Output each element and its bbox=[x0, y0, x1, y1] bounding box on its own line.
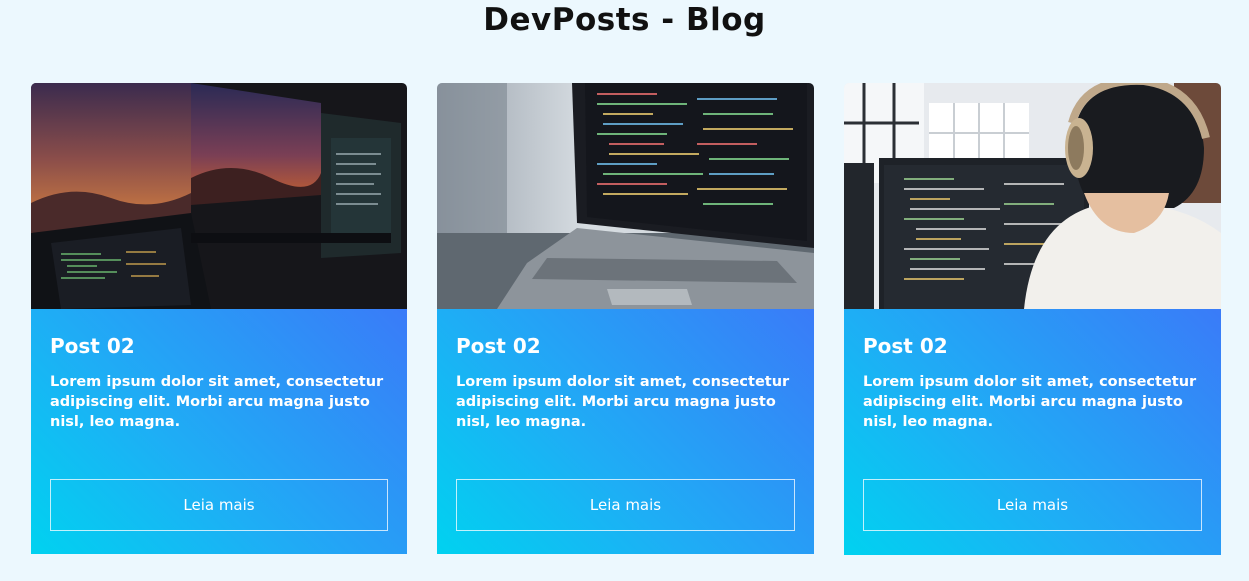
post-image-developer-headphones bbox=[844, 83, 1221, 309]
post-card: Post 02 Lorem ipsum dolor sit amet, cons… bbox=[437, 83, 814, 554]
page-title: DevPosts - Blog bbox=[483, 2, 766, 38]
post-title: Post 02 bbox=[50, 334, 135, 358]
post-card: Post 02 Lorem ipsum dolor sit amet, cons… bbox=[844, 83, 1221, 555]
post-card: Post 02 Lorem ipsum dolor sit amet, cons… bbox=[31, 83, 407, 554]
post-body: Post 02 Lorem ipsum dolor sit amet, cons… bbox=[844, 309, 1221, 555]
post-excerpt: Lorem ipsum dolor sit amet, consectetur … bbox=[456, 374, 790, 430]
post-excerpt: Lorem ipsum dolor sit amet, consectetur … bbox=[50, 374, 384, 430]
post-body: Post 02 Lorem ipsum dolor sit amet, cons… bbox=[437, 309, 814, 554]
read-more-button[interactable]: Leia mais bbox=[50, 479, 388, 531]
post-image-laptop-code bbox=[437, 83, 814, 309]
read-more-button[interactable]: Leia mais bbox=[863, 479, 1202, 531]
post-title: Post 02 bbox=[456, 334, 541, 358]
post-excerpt: Lorem ipsum dolor sit amet, consectetur … bbox=[863, 374, 1197, 430]
post-image-desk-monitors bbox=[31, 83, 407, 309]
post-body: Post 02 Lorem ipsum dolor sit amet, cons… bbox=[31, 309, 407, 554]
post-title: Post 02 bbox=[863, 334, 948, 358]
read-more-button[interactable]: Leia mais bbox=[456, 479, 795, 531]
